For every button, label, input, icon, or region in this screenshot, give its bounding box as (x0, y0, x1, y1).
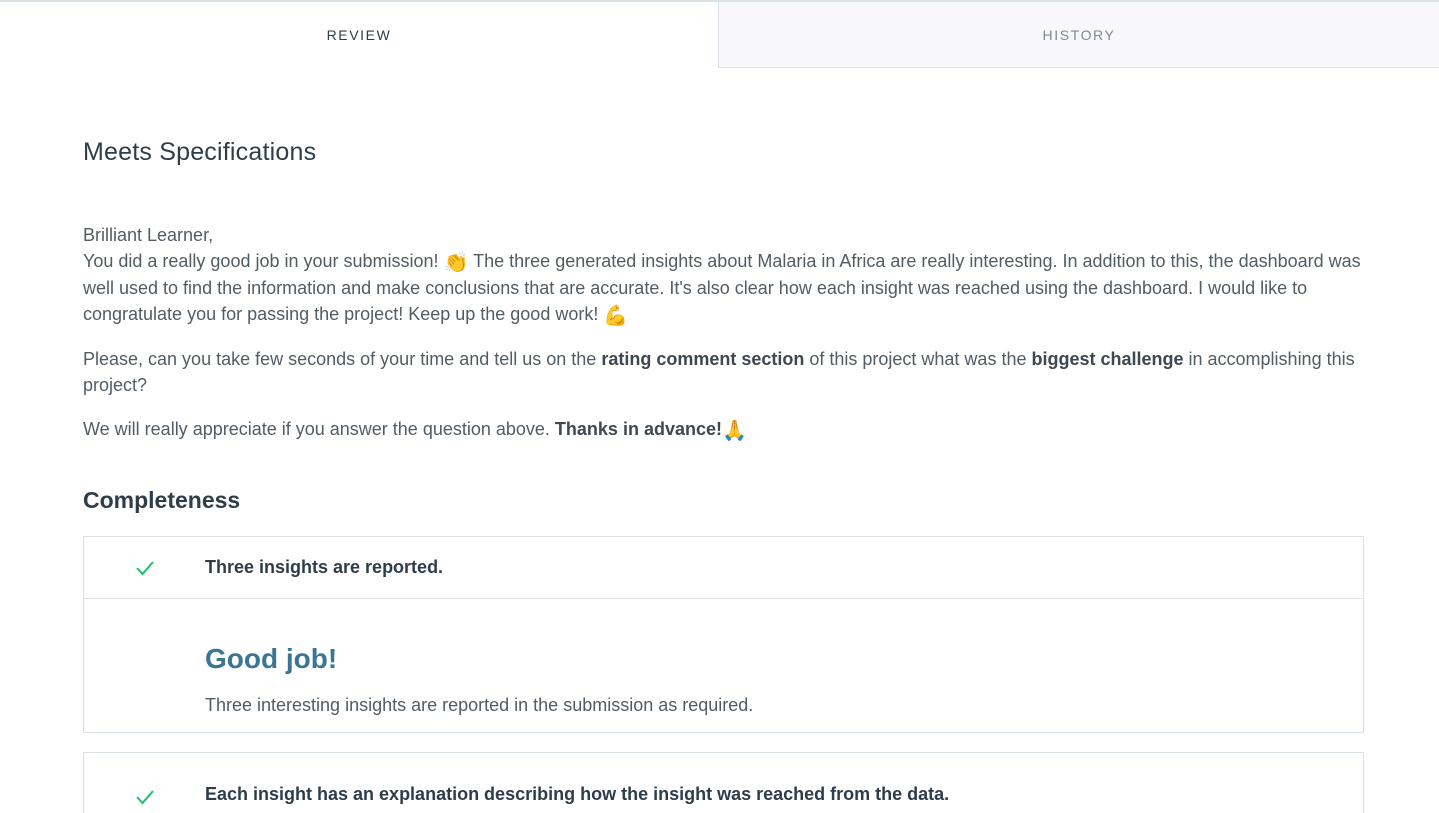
summary-paragraph-3: We will really appreciate if you answer … (83, 416, 1364, 443)
section-title-completeness: Completeness (83, 487, 241, 513)
criterion-header[interactable]: Three insights are reported. (84, 537, 1363, 599)
criterion-text: Each insight has an explanation describi… (205, 784, 950, 804)
criterion-card: Each insight has an explanation describi… (83, 752, 1364, 813)
review-summary: Brilliant Learner, You did a really good… (83, 222, 1364, 443)
clapping-hands-icon: 👏 (443, 250, 469, 274)
flexed-biceps-icon: 💪 (603, 303, 629, 327)
feedback-text: Three interesting insights are reported … (205, 695, 754, 715)
feedback-title: Good job! (205, 643, 338, 674)
criterion-header[interactable]: Each insight has an explanation describi… (84, 753, 1363, 805)
criterion-card: Three insights are reported. Good job! T… (83, 536, 1364, 733)
check-icon (84, 789, 205, 805)
summary-paragraph-1: You did a really good job in your submis… (83, 248, 1364, 328)
summary-text: Please, can you take few seconds of your… (83, 349, 602, 369)
summary-text: We will really appreciate if you answer … (83, 419, 555, 439)
emphasis-thanks: Thanks in advance! (554, 419, 722, 439)
check-icon (84, 560, 205, 576)
tab-history[interactable]: HISTORY (718, 2, 1439, 68)
review-content: Meets Specifications Brilliant Learner, … (83, 68, 1364, 813)
emphasis-biggest-challenge: biggest challenge (1031, 349, 1184, 369)
emphasis-rating-comment: rating comment section (601, 349, 805, 369)
tab-review[interactable]: REVIEW (0, 2, 718, 68)
summary-text: You did a really good job in your submis… (83, 251, 444, 271)
review-tabs: REVIEW HISTORY (0, 0, 1439, 68)
folded-hands-icon: 🙏 (721, 418, 747, 442)
summary-paragraph-2: Please, can you take few seconds of your… (83, 346, 1364, 398)
greeting: Brilliant Learner, (83, 225, 214, 245)
summary-text: of this project what was the (804, 349, 1032, 369)
criterion-feedback: Good job! Three interesting insights are… (84, 599, 1363, 732)
page-title: Meets Specifications (83, 138, 317, 166)
criterion-text: Three insights are reported. (205, 557, 444, 577)
